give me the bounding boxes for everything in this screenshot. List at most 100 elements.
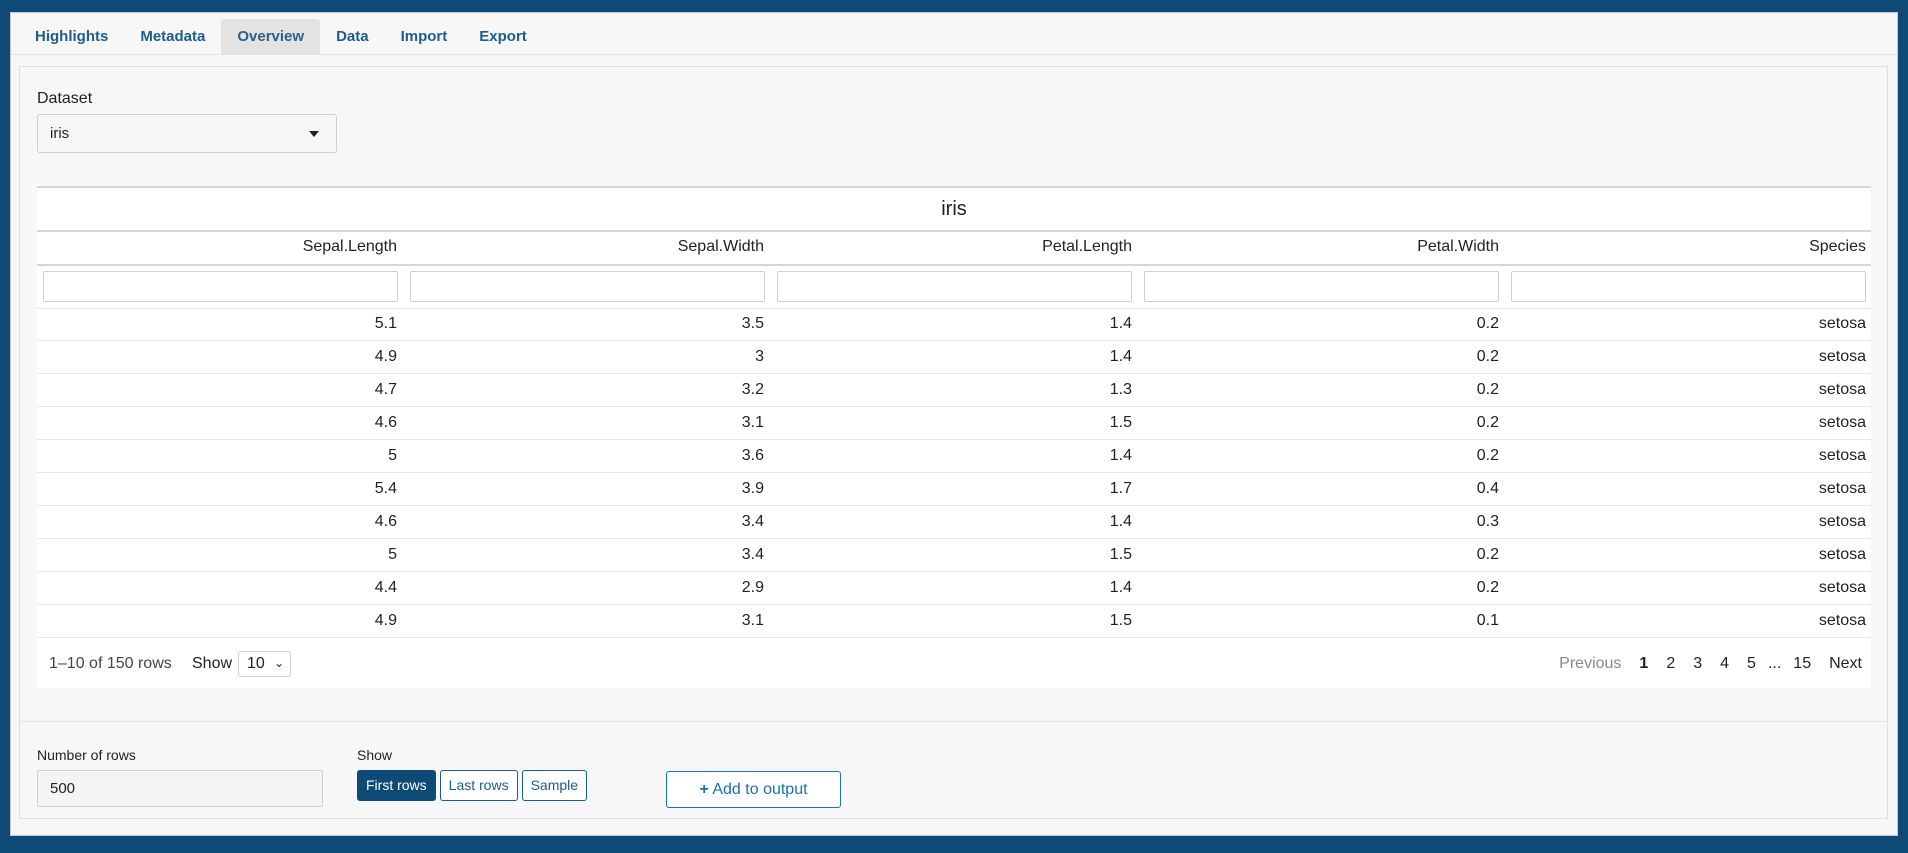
plus-icon: + (699, 781, 709, 798)
filter-input-petal-width[interactable] (1144, 271, 1499, 302)
cell-species: setosa (1818, 381, 1866, 398)
cell-petal-length: 1.4 (1109, 513, 1132, 530)
cell-species: setosa (1818, 348, 1866, 365)
cell-petal-width: 0.2 (1476, 348, 1499, 365)
cell-species: setosa (1818, 414, 1866, 431)
cell-petal-width: 0.2 (1476, 447, 1499, 464)
page-ellipsis: ... (1767, 655, 1782, 672)
overview-panel: Dataset iris iris Sepal.Length Sepal.Wid… (19, 66, 1888, 819)
dataset-select[interactable]: iris (37, 114, 337, 153)
tab-export[interactable]: Export (463, 19, 543, 55)
cell-sepal-length: 4.9 (374, 612, 397, 629)
cell-sepal-width: 3.4 (741, 513, 764, 530)
table-caption: iris (37, 186, 1871, 232)
add-to-output-button[interactable]: + Add to output (666, 771, 841, 808)
show-label: Show (357, 747, 393, 763)
column-header-species[interactable]: Species (1505, 232, 1866, 262)
cell-sepal-length: 4.9 (374, 348, 397, 365)
cell-sepal-length: 5.1 (374, 315, 397, 332)
column-header-sepal-width[interactable]: Sepal.Width (404, 232, 764, 262)
filter-input-sepal-width[interactable] (410, 271, 765, 302)
page-button-5[interactable]: 5 (1738, 655, 1765, 673)
cell-sepal-width: 3.5 (741, 315, 764, 332)
table-row: 5 3.6 1.4 0.2 setosa (37, 440, 1871, 473)
page-size-select[interactable]: 10 ⌄ (238, 651, 291, 677)
cell-petal-width: 0.2 (1476, 381, 1499, 398)
page-button-4[interactable]: 4 (1711, 655, 1738, 673)
cell-petal-width: 0.1 (1476, 612, 1499, 629)
cell-sepal-length: 5 (388, 546, 397, 563)
tab-overview[interactable]: Overview (221, 19, 321, 55)
cell-species: setosa (1818, 447, 1866, 464)
cell-species: setosa (1818, 612, 1866, 629)
cell-sepal-length: 5 (388, 447, 397, 464)
table-body: 5.1 3.5 1.4 0.2 setosa 4.9 3 1.4 0.2 setosa 4.7 3.2… (37, 308, 1871, 638)
page-size-value: 10 (247, 655, 265, 672)
cell-species: setosa (1818, 579, 1866, 596)
cell-petal-width: 0.3 (1476, 513, 1499, 530)
cell-petal-length: 1.4 (1109, 447, 1132, 464)
cell-sepal-length: 5.4 (374, 480, 397, 497)
cell-sepal-width: 3.9 (741, 480, 764, 497)
table-row: 4.9 3 1.4 0.2 setosa (37, 341, 1871, 374)
table-header: Sepal.Length Sepal.Width Petal.Length Pe… (37, 232, 1871, 266)
cell-petal-width: 0.2 (1476, 414, 1499, 431)
controls-divider (20, 721, 1887, 722)
previous-page-button[interactable]: Previous (1550, 655, 1630, 673)
cell-sepal-width: 3 (755, 348, 764, 365)
tab-data[interactable]: Data (320, 19, 385, 55)
cell-sepal-width: 3.4 (741, 546, 764, 563)
cell-species: setosa (1818, 315, 1866, 332)
first-rows-button[interactable]: First rows (357, 770, 436, 801)
table-row: 4.6 3.4 1.4 0.3 setosa (37, 506, 1871, 539)
cell-sepal-width: 2.9 (741, 579, 764, 596)
row-range-text: 1–10 of 150 rows (49, 655, 172, 672)
column-header-petal-length[interactable]: Petal.Length (771, 232, 1132, 262)
cell-species: setosa (1818, 513, 1866, 530)
column-header-petal-width[interactable]: Petal.Width (1138, 232, 1499, 262)
cell-sepal-width: 3.1 (741, 612, 764, 629)
page-button-2[interactable]: 2 (1657, 655, 1684, 673)
cell-petal-length: 1.3 (1109, 381, 1132, 398)
table-footer: 1–10 of 150 rows Show 10 ⌄ Previous 1 2 … (37, 640, 1871, 688)
cell-sepal-width: 3.6 (741, 447, 764, 464)
filter-input-species[interactable] (1511, 271, 1866, 302)
cell-petal-length: 1.4 (1109, 315, 1132, 332)
page-button-1[interactable]: 1 (1630, 655, 1657, 673)
tab-bar: Highlights Metadata Overview Data Import… (19, 19, 543, 55)
cell-sepal-length: 4.4 (374, 579, 397, 596)
page-button-3[interactable]: 3 (1684, 655, 1711, 673)
add-to-output-label: Add to output (712, 781, 808, 798)
tab-metadata[interactable]: Metadata (124, 19, 221, 55)
filter-input-petal-length[interactable] (777, 271, 1132, 302)
table-row: 4.7 3.2 1.3 0.2 setosa (37, 374, 1871, 407)
pagination: Previous 1 2 3 4 5 ... 15 Next (1550, 640, 1871, 688)
cell-petal-width: 0.2 (1476, 546, 1499, 563)
last-rows-button[interactable]: Last rows (439, 770, 518, 801)
caret-down-icon (309, 131, 319, 137)
cell-petal-length: 1.7 (1109, 480, 1132, 497)
table-row: 5.1 3.5 1.4 0.2 setosa (37, 308, 1871, 341)
show-button-group: First rows Last rows Sample (357, 770, 588, 801)
cell-petal-width: 0.4 (1476, 480, 1499, 497)
number-of-rows-label: Number of rows (37, 747, 136, 763)
table-row: 4.9 3.1 1.5 0.1 setosa (37, 605, 1871, 638)
table-row: 4.6 3.1 1.5 0.2 setosa (37, 407, 1871, 440)
dataset-label: Dataset (37, 90, 93, 107)
column-header-sepal-length[interactable]: Sepal.Length (37, 232, 397, 262)
tab-import[interactable]: Import (385, 19, 464, 55)
table-row: 5.4 3.9 1.7 0.4 setosa (37, 473, 1871, 506)
page-button-15[interactable]: 15 (1784, 655, 1820, 673)
cell-petal-length: 1.5 (1109, 546, 1132, 563)
filter-row (37, 266, 1871, 309)
cell-petal-width: 0.2 (1476, 315, 1499, 332)
sample-button[interactable]: Sample (521, 770, 588, 801)
cell-sepal-width: 3.1 (741, 414, 764, 431)
cell-species: setosa (1818, 546, 1866, 563)
cell-petal-length: 1.5 (1109, 414, 1132, 431)
tab-highlights[interactable]: Highlights (19, 19, 124, 55)
cell-petal-length: 1.4 (1109, 348, 1132, 365)
next-page-button[interactable]: Next (1820, 655, 1871, 673)
number-of-rows-input[interactable]: 500 (37, 770, 323, 807)
filter-input-sepal-length[interactable] (43, 271, 398, 302)
